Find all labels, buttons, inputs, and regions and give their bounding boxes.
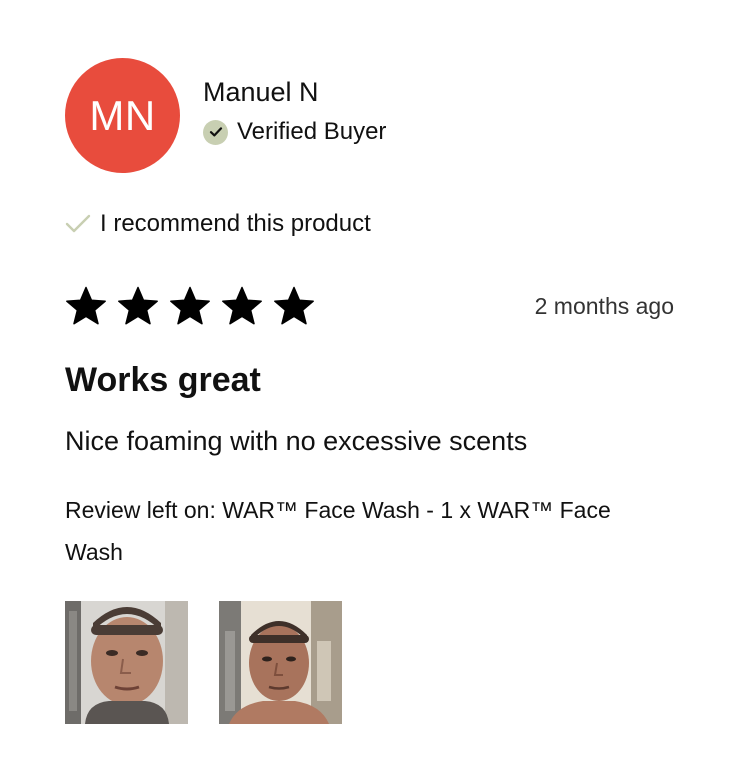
star-icon	[117, 286, 159, 326]
star-icon	[65, 286, 107, 326]
review-card: MN Manuel N Verified Buyer I recommend t…	[65, 58, 677, 724]
star-icon	[273, 286, 315, 326]
review-product: Review left on: WAR™ Face Wash - 1 x WAR…	[65, 497, 611, 565]
review-date: 2 months ago	[534, 292, 674, 319]
reviewer-info: Manuel N Verified Buyer	[203, 76, 386, 146]
reviewer-name: Manuel N	[203, 77, 319, 107]
review-header: MN Manuel N Verified Buyer	[65, 58, 677, 173]
review-title: Works great	[65, 361, 261, 399]
review-photo-1[interactable]	[65, 601, 188, 724]
review-photos	[65, 601, 677, 724]
review-photo-2[interactable]	[219, 601, 342, 724]
star-icon	[169, 286, 211, 326]
star-rating	[65, 286, 325, 326]
recommendation: I recommend this product	[65, 210, 677, 238]
avatar: MN	[65, 58, 180, 173]
check-icon	[65, 212, 91, 236]
check-circle-icon	[203, 119, 228, 145]
review-body: Nice foaming with no excessive scents	[65, 426, 528, 456]
verified-buyer-label: Verified Buyer	[237, 118, 387, 145]
verified-buyer-badge: Verified Buyer	[203, 118, 386, 146]
recommendation-label: I recommend this product	[100, 210, 371, 237]
rating-row: 2 months ago	[65, 284, 677, 328]
star-icon	[221, 286, 263, 326]
